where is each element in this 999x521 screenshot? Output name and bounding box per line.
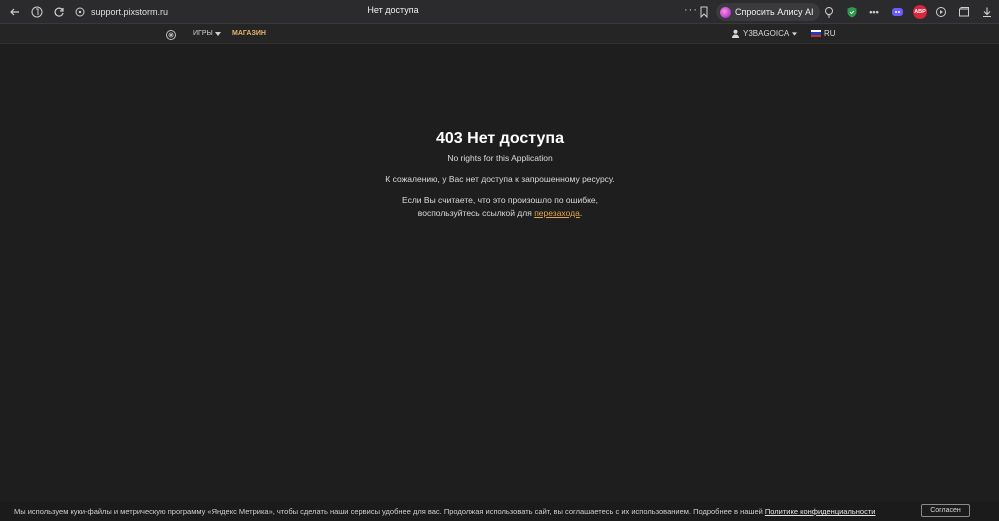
shield-extension-icon[interactable] bbox=[845, 5, 859, 19]
collections-icon[interactable] bbox=[957, 5, 971, 19]
address-bar[interactable]: support.pixstorm.ru bbox=[74, 3, 168, 21]
yandex-icon bbox=[31, 6, 43, 18]
site-logo-icon[interactable] bbox=[165, 28, 177, 40]
error-panel: 403 Нет доступа No rights for this Appli… bbox=[300, 129, 700, 219]
error-hint-suffix: . bbox=[579, 207, 583, 218]
reload-icon bbox=[54, 7, 64, 17]
error-message: К сожалению, у Вас нет доступа к запроше… bbox=[385, 174, 615, 184]
url-text[interactable]: support.pixstorm.ru bbox=[91, 7, 168, 17]
language-label: RU bbox=[824, 29, 836, 38]
cookie-text: Мы используем куки-файлы и метрическую п… bbox=[14, 507, 875, 516]
nav-shop-link[interactable]: МАГАЗИН bbox=[232, 30, 266, 37]
yandex-button[interactable] bbox=[29, 4, 45, 20]
cookie-message: Мы используем куки-файлы и метрическую п… bbox=[14, 507, 765, 516]
dots-extension-icon[interactable]: ••• bbox=[867, 5, 881, 19]
ask-alice-button[interactable]: Спросить Алису AI bbox=[716, 3, 820, 21]
chevron-down-icon bbox=[792, 31, 798, 36]
site-header: ИГРЫ МАГАЗИН Y3BAGOICA RU bbox=[0, 24, 999, 44]
user-icon bbox=[732, 29, 739, 38]
privacy-policy-link[interactable]: Политике конфиденциальности bbox=[765, 507, 876, 516]
media-icon[interactable] bbox=[934, 5, 948, 19]
language-selector[interactable]: RU bbox=[811, 29, 836, 38]
error-subtitle: No rights for this Application bbox=[447, 153, 553, 163]
error-hint-prefix: воспользуйтесь ссылкой для bbox=[417, 207, 535, 218]
page-title-tab: Нет доступа bbox=[367, 5, 419, 15]
relogin-link[interactable]: перезахода bbox=[534, 208, 580, 218]
site-info-icon[interactable] bbox=[74, 6, 86, 18]
reload-button[interactable] bbox=[51, 4, 67, 20]
chevron-down-icon bbox=[214, 31, 221, 36]
cookie-banner: Мы используем куки-файлы и метрическую п… bbox=[0, 502, 999, 521]
adblock-icon[interactable]: ABP bbox=[913, 5, 927, 19]
download-icon[interactable] bbox=[980, 5, 994, 19]
bookmark-button[interactable] bbox=[699, 5, 709, 23]
error-hint: Если Вы считаете, что это произошло по о… bbox=[300, 194, 700, 219]
bookmark-icon bbox=[700, 6, 708, 19]
error-hint-line1: Если Вы считаете, что это произошло по о… bbox=[402, 195, 598, 205]
more-menu-button[interactable]: ··· bbox=[684, 4, 698, 16]
nav-games-dropdown[interactable]: ИГРЫ bbox=[193, 30, 221, 37]
nav-games-label: ИГРЫ bbox=[193, 30, 213, 37]
username-label: Y3BAGOICA bbox=[743, 29, 790, 38]
error-title: 403 Нет доступа bbox=[436, 130, 564, 147]
back-arrow-icon bbox=[10, 8, 19, 16]
user-menu[interactable]: Y3BAGOICA bbox=[731, 29, 798, 38]
cloud-extension-icon[interactable] bbox=[890, 5, 904, 19]
ask-alice-label: Спросить Алису AI bbox=[735, 7, 814, 17]
bulb-icon[interactable] bbox=[822, 5, 836, 19]
browser-toolbar: support.pixstorm.ru Нет доступа ··· Спро… bbox=[0, 0, 999, 24]
alice-icon bbox=[720, 6, 731, 18]
russia-flag-icon bbox=[811, 30, 821, 37]
back-button[interactable] bbox=[7, 4, 23, 20]
cookie-accept-button[interactable]: Согласен bbox=[921, 504, 970, 517]
